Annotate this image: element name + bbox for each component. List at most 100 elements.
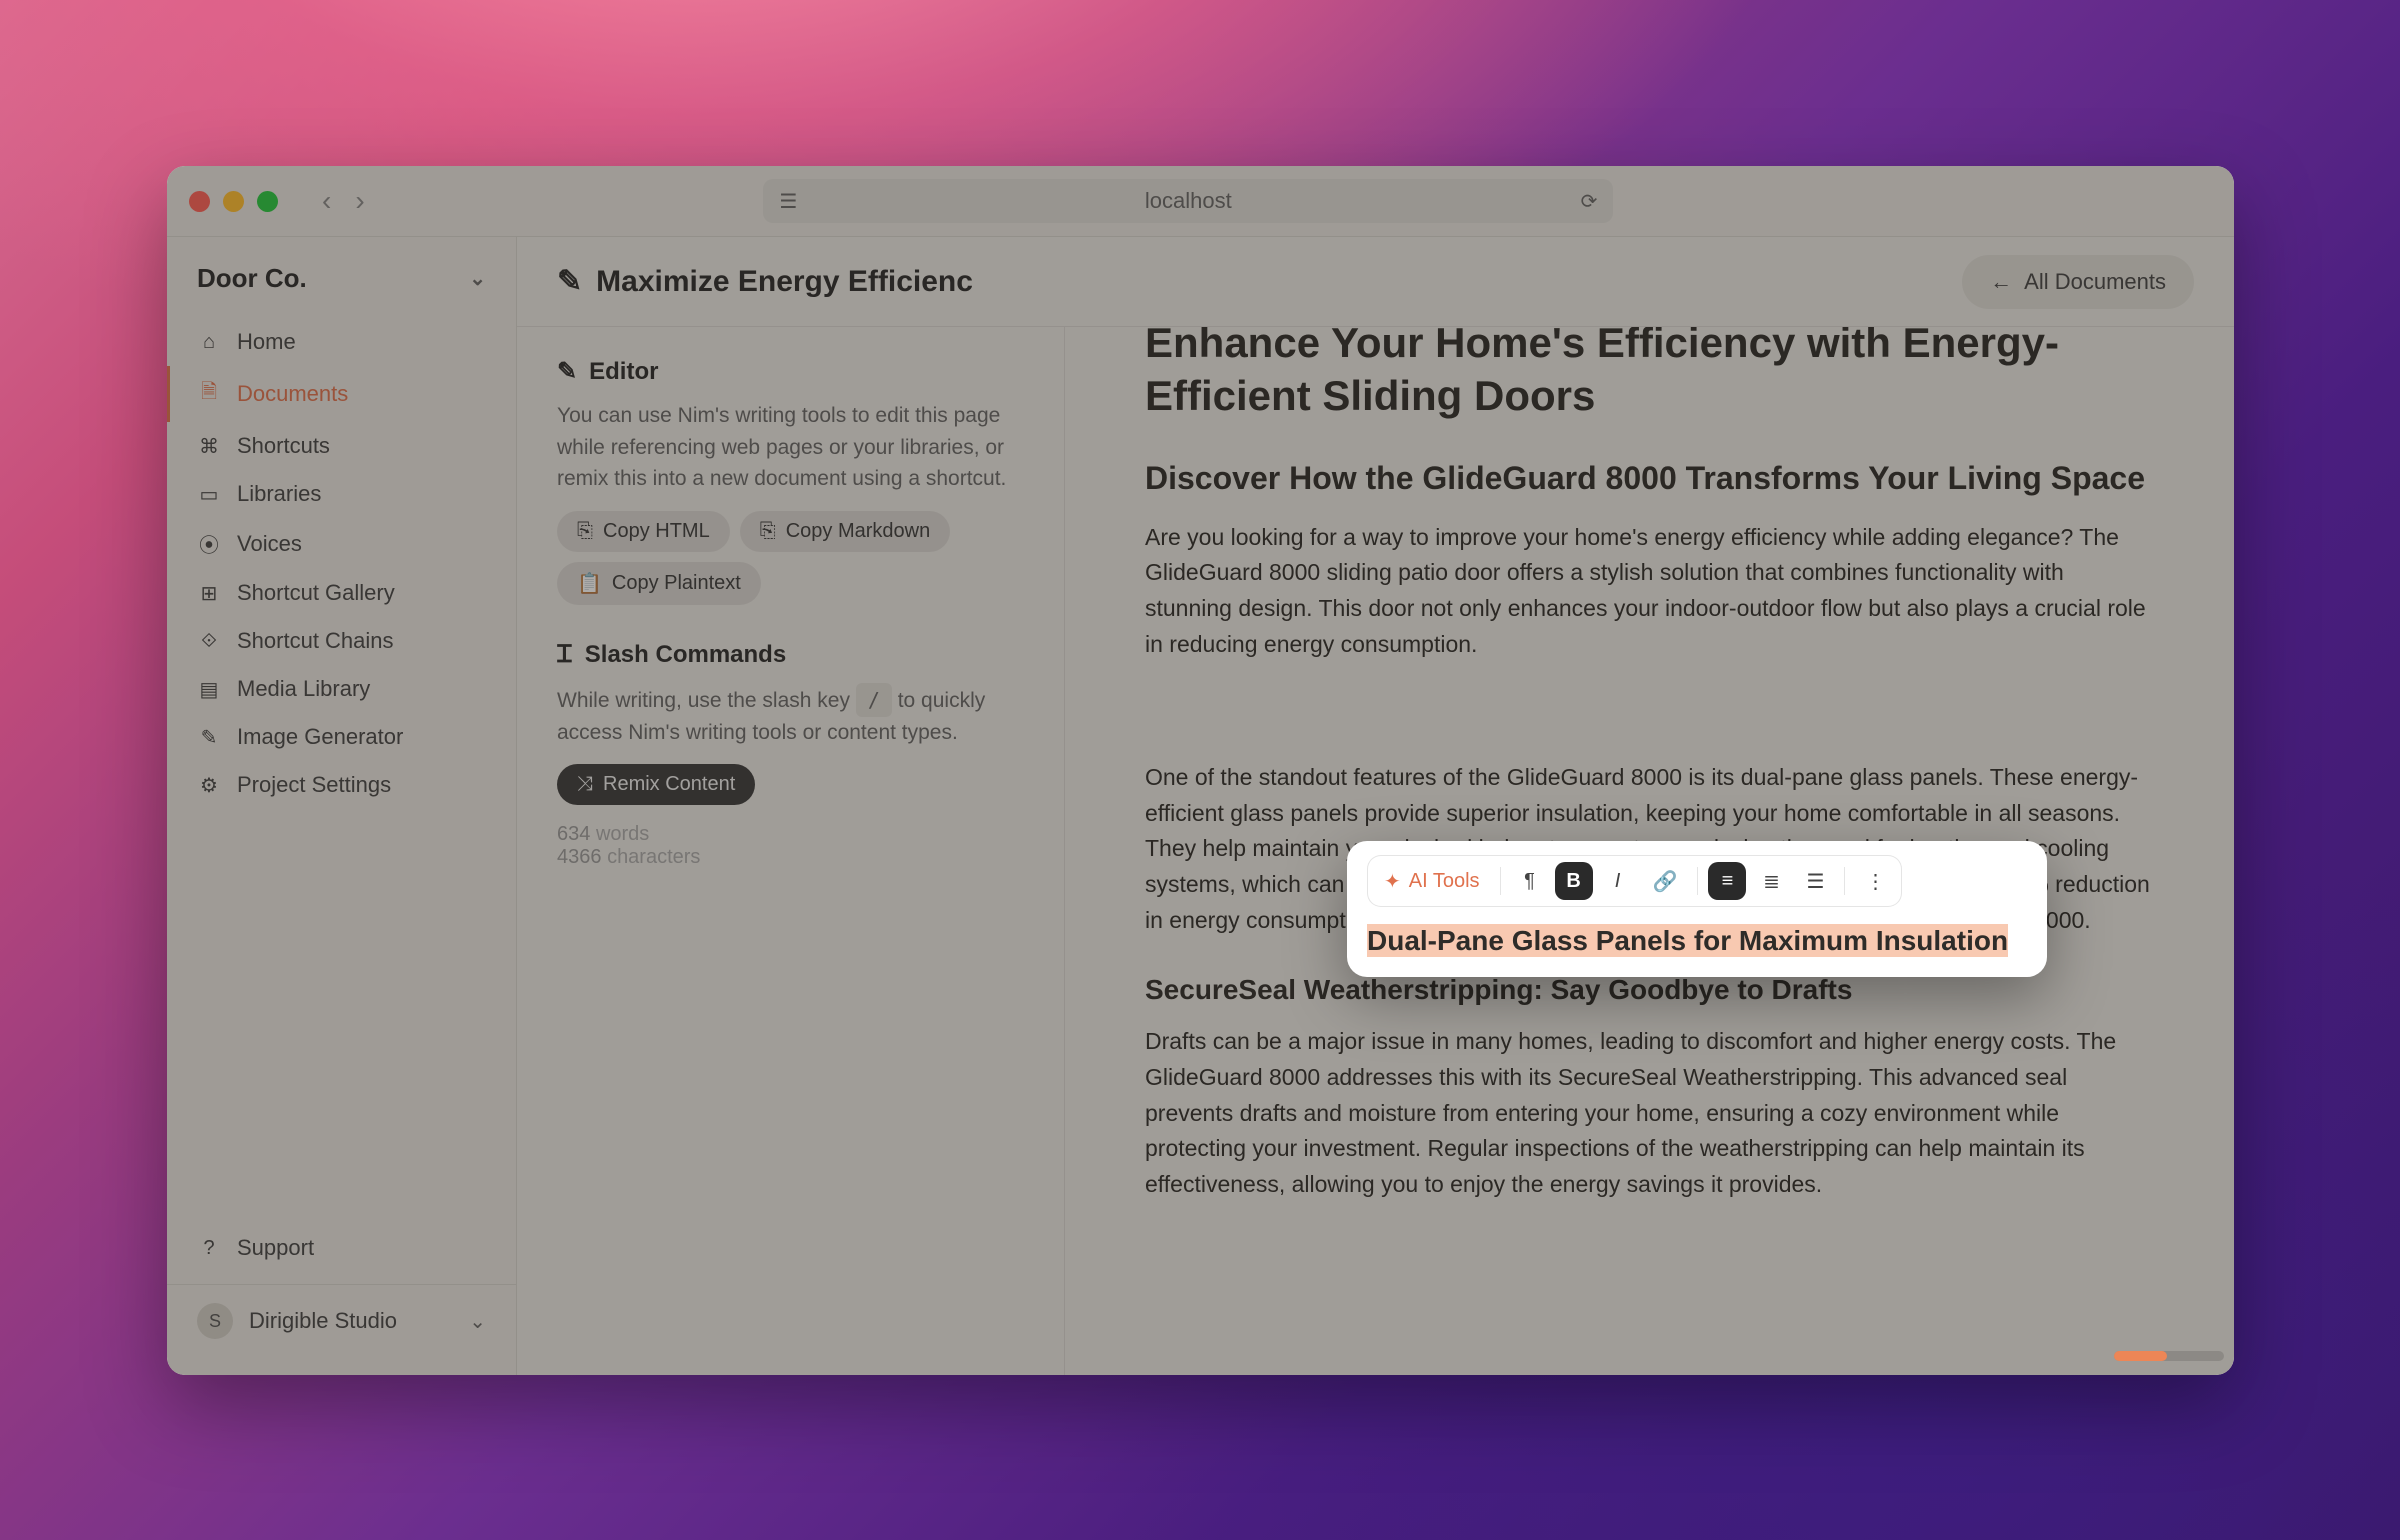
- sidebar-item-support[interactable]: ? Support: [167, 1224, 516, 1272]
- arrow-left-icon: ←: [1990, 269, 2012, 295]
- toolbar-separator: [1500, 867, 1501, 895]
- selected-heading[interactable]: Dual-Pane Glass Panels for Maximum Insul…: [1367, 925, 2027, 957]
- sidebar-item-label: Media Library: [237, 676, 370, 702]
- slash-commands-heading: Ꮖ Slash Commands: [557, 641, 1024, 669]
- more-options-button[interactable]: ⋮: [1855, 862, 1895, 900]
- all-documents-button[interactable]: ← All Documents: [1962, 255, 2194, 309]
- chevron-down-icon: ⌄: [469, 1309, 486, 1334]
- align-right-button[interactable]: ☰: [1796, 862, 1834, 900]
- ai-tools-button[interactable]: ✦ AI Tools: [1374, 862, 1490, 900]
- project-settings-icon: ⚙: [197, 773, 221, 798]
- sidebar-item-media-library[interactable]: ▤ Media Library: [167, 665, 516, 713]
- sidebar-nav: ⌂ Home 🗎 Documents ⌘ Shortcuts ▭ Libraries ⦿ Voic…: [167, 318, 516, 809]
- media-library-icon: ▤: [197, 677, 221, 702]
- sidebar-item-shortcut-gallery[interactable]: ⊞Shortcut Gallery: [167, 569, 516, 617]
- titlebar: ‹ › ☰ localhost ⟳: [167, 166, 2234, 237]
- paragraph-style-button[interactable]: ¶: [1511, 862, 1549, 900]
- copy-icon: ⎘: [577, 520, 593, 543]
- copy-html-button[interactable]: ⎘Copy HTML: [557, 511, 730, 552]
- sidebar-item-label: Shortcut Chains: [237, 628, 394, 654]
- copy-markdown-button[interactable]: ⎘Copy Markdown: [740, 511, 951, 552]
- doc-h3: SecureSeal Weatherstripping: Say Goodbye…: [1145, 974, 2154, 1006]
- workspace-switcher[interactable]: Door Co. ⌄: [167, 255, 516, 318]
- copy-plaintext-button[interactable]: 📋Copy Plaintext: [557, 562, 761, 605]
- shortcuts-icon: ⌘: [197, 434, 221, 459]
- cursor-icon: Ꮖ: [557, 641, 573, 669]
- sidebar-item-label: Libraries: [237, 481, 321, 507]
- shortcut-gallery-icon: ⊞: [197, 581, 221, 606]
- site-settings-icon[interactable]: ☰: [779, 189, 797, 214]
- voices-icon: ⦿: [197, 529, 221, 558]
- shuffle-icon: ⤨: [577, 773, 593, 796]
- italic-icon: I: [1615, 870, 1621, 893]
- remix-content-button[interactable]: ⤨Remix Content: [557, 764, 755, 805]
- pen-icon: ✎: [557, 357, 577, 386]
- toolbar-separator: [1844, 867, 1845, 895]
- pilcrow-icon: ¶: [1524, 870, 1535, 893]
- sidebar-item-label: Voices: [237, 531, 302, 557]
- sidebar-item-label: Home: [237, 329, 296, 355]
- close-window-icon[interactable]: [189, 191, 210, 212]
- document-stats: 634 words 4366 characters: [557, 823, 1024, 869]
- browser-window: ‹ › ☰ localhost ⟳ Door Co. ⌄ ⌂ Home 🗎 Docum…: [167, 166, 2234, 1375]
- doc-paragraph: Are you looking for a way to improve you…: [1145, 520, 2154, 663]
- edit-title-icon[interactable]: ✎: [557, 264, 582, 299]
- sidebar-item-shortcut-chains[interactable]: ⟐ Shortcut Chains: [167, 617, 516, 665]
- editor-description: You can use Nim's writing tools to edit …: [557, 400, 1024, 495]
- sidebar-item-shortcuts[interactable]: ⌘ Shortcuts: [167, 422, 516, 470]
- sidebar-item-libraries[interactable]: ▭ Libraries: [167, 470, 516, 518]
- sidebar-item-label: Shortcuts: [237, 433, 330, 459]
- align-left-button[interactable]: ≡: [1708, 862, 1746, 900]
- image-generator-icon: ✎: [197, 725, 221, 750]
- align-left-icon: ≡: [1722, 870, 1734, 893]
- more-vertical-icon: ⋮: [1865, 869, 1885, 894]
- clipboard-icon: 📋: [577, 571, 602, 596]
- sidebar-item-image-generator[interactable]: ✎ Image Generator: [167, 713, 516, 761]
- url-text: localhost: [1145, 188, 1232, 214]
- progress-bar: [2114, 1351, 2224, 1361]
- url-bar[interactable]: ☰ localhost ⟳: [763, 179, 1613, 223]
- reload-icon[interactable]: ⟳: [1581, 189, 1598, 214]
- back-button[interactable]: ‹: [322, 185, 331, 217]
- link-button[interactable]: 🔗: [1643, 862, 1688, 900]
- user-name: Dirigible Studio: [249, 1308, 453, 1334]
- inspector-panel: ✎ Editor You can use Nim's writing tools…: [517, 327, 1065, 1375]
- align-center-icon: ≣: [1763, 869, 1780, 894]
- formatting-toolbar-popup: ✦ AI Tools ¶ B I 🔗 ≡ ≣ ☰ ⋮ Dual-Pane Gla…: [1347, 841, 2047, 977]
- sidebar-item-home[interactable]: ⌂ Home: [167, 318, 516, 366]
- workspace-name: Door Co.: [197, 263, 307, 294]
- align-center-button[interactable]: ≣: [1752, 862, 1790, 900]
- main-header: ✎ Maximize Energy Efficienc ← All Docume…: [517, 237, 2234, 327]
- sidebar: Door Co. ⌄ ⌂ Home 🗎 Documents ⌘ Shortcuts ▭ Lib…: [167, 237, 517, 1375]
- editor-heading: ✎ Editor: [557, 357, 1024, 386]
- doc-h2: Discover How the GlideGuard 8000 Transfo…: [1145, 458, 2154, 500]
- home-icon: ⌂: [197, 331, 221, 354]
- sidebar-item-label: Image Generator: [237, 724, 403, 750]
- toolbar-separator: [1697, 867, 1698, 895]
- doc-paragraph: Drafts can be a major issue in many home…: [1145, 1024, 2154, 1202]
- support-icon: ?: [197, 1237, 221, 1260]
- chevron-down-icon: ⌄: [469, 266, 486, 291]
- user-switcher[interactable]: S Dirigible Studio ⌄: [167, 1285, 516, 1357]
- sidebar-item-project-settings[interactable]: ⚙ Project Settings: [167, 761, 516, 809]
- sidebar-item-label: Documents: [237, 381, 348, 407]
- sidebar-item-voices[interactable]: ⦿ Voices: [167, 518, 516, 569]
- minimize-window-icon[interactable]: [223, 191, 244, 212]
- sidebar-item-label: Support: [237, 1235, 314, 1261]
- progress-fill: [2114, 1351, 2167, 1361]
- all-documents-label: All Documents: [2024, 269, 2166, 295]
- forward-button[interactable]: ›: [355, 185, 364, 217]
- bold-button[interactable]: B: [1555, 862, 1593, 900]
- sidebar-item-label: Project Settings: [237, 772, 391, 798]
- italic-button[interactable]: I: [1599, 862, 1637, 900]
- main-area: ✎ Maximize Energy Efficienc ← All Docume…: [517, 237, 2234, 1375]
- avatar: S: [197, 1303, 233, 1339]
- document-title-input[interactable]: Maximize Energy Efficienc: [596, 265, 1016, 299]
- bold-icon: B: [1566, 870, 1580, 893]
- maximize-window-icon[interactable]: [257, 191, 278, 212]
- sidebar-item-documents[interactable]: 🗎 Documents: [167, 366, 516, 422]
- shortcut-chains-icon: ⟐: [197, 630, 221, 653]
- slash-description: While writing, use the slash key / to qu…: [557, 683, 1024, 749]
- documents-icon: 🗎: [197, 377, 221, 411]
- libraries-icon: ▭: [197, 482, 221, 507]
